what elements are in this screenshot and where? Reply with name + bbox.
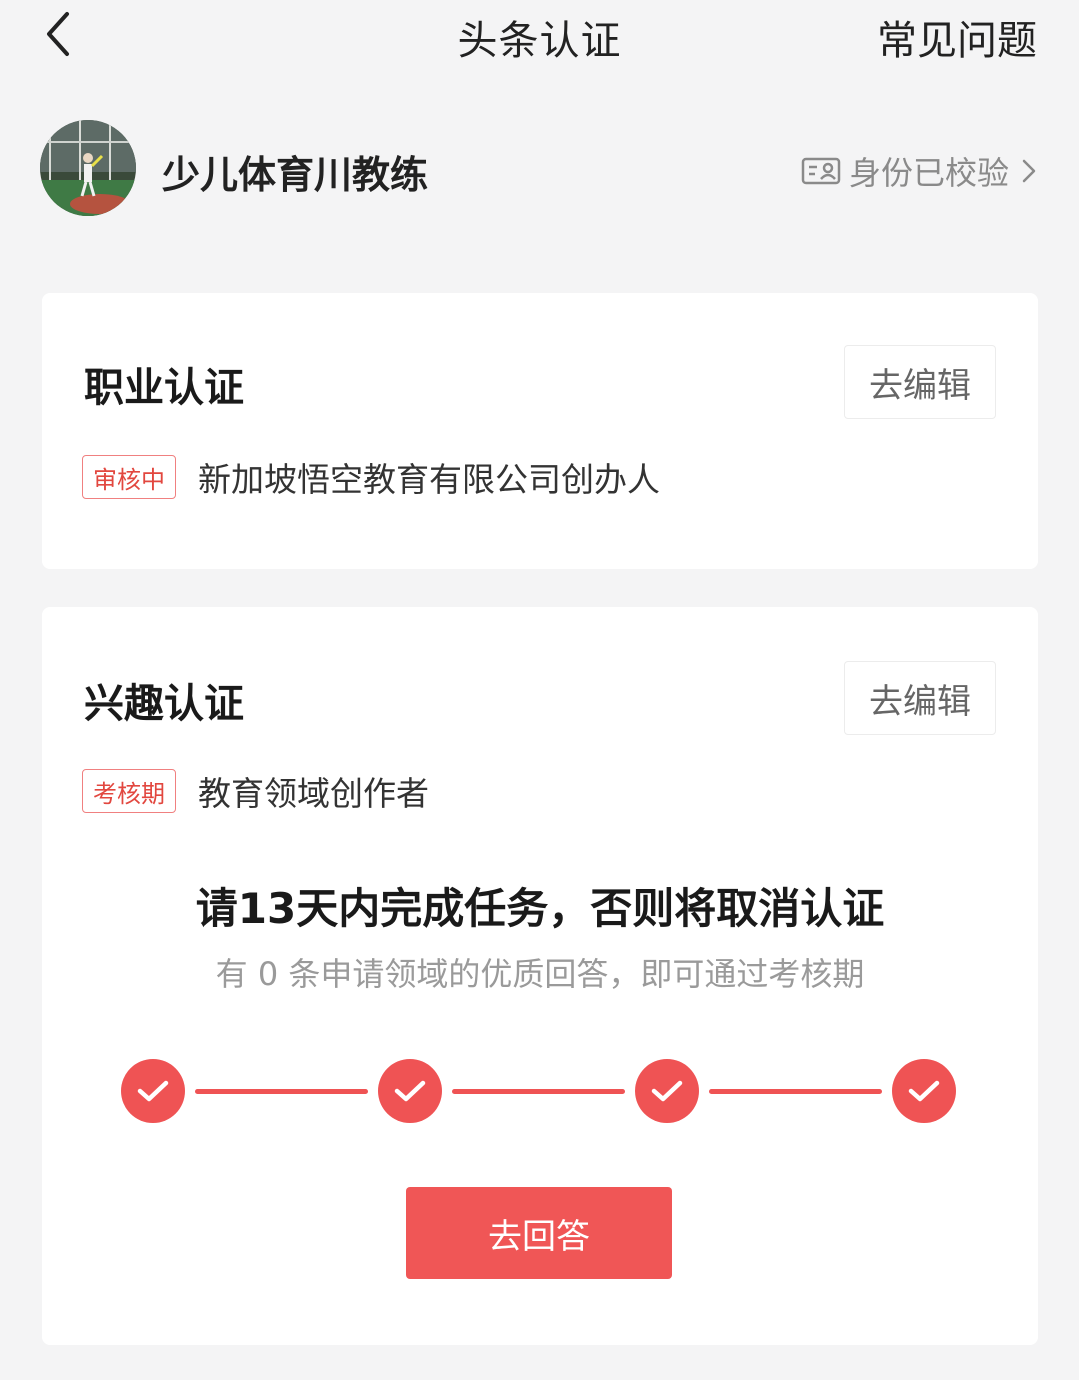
check-icon bbox=[651, 1080, 683, 1102]
profile-row: 少儿体育川教练 身份已校验 bbox=[0, 110, 1079, 228]
id-card-icon bbox=[801, 157, 841, 185]
nav-bar: 头条认证 常见问题 bbox=[0, 0, 1079, 70]
avatar[interactable] bbox=[40, 120, 136, 216]
step-connector bbox=[195, 1089, 368, 1094]
step-complete bbox=[121, 1059, 185, 1123]
status-badge: 审核中 bbox=[82, 455, 176, 499]
step-connector bbox=[709, 1089, 882, 1094]
task-title: 请13天内完成任务，否则将取消认证 bbox=[195, 884, 885, 933]
certification-row: 考核期 教育领域创作者 bbox=[82, 767, 429, 815]
professional-certification-card: 职业认证 去编辑 审核中 新加坡悟空教育有限公司创办人 bbox=[42, 293, 1038, 569]
certification-row: 审核中 新加坡悟空教育有限公司创办人 bbox=[82, 453, 660, 501]
username: 少儿体育川教练 bbox=[162, 153, 429, 197]
step-complete bbox=[378, 1059, 442, 1123]
certification-page: 头条认证 常见问题 少儿体育川教练 身份已校验 职业认证 去编辑 审核中 新加坡… bbox=[0, 0, 1079, 1380]
card-title: 职业认证 bbox=[84, 365, 244, 411]
chevron-right-icon bbox=[1022, 159, 1036, 183]
task-description: 有 0 条申请领域的优质回答，即可通过考核期 bbox=[215, 955, 865, 993]
step-complete bbox=[635, 1059, 699, 1123]
progress-steps bbox=[42, 1059, 1038, 1125]
edit-button[interactable]: 去编辑 bbox=[844, 345, 996, 419]
card-title: 兴趣认证 bbox=[84, 681, 244, 727]
verified-label: 身份已校验 bbox=[848, 154, 1009, 192]
certification-description: 教育领域创作者 bbox=[198, 774, 429, 813]
interest-certification-card: 兴趣认证 去编辑 考核期 教育领域创作者 请13天内完成任务，否则将取消认证 有… bbox=[42, 607, 1038, 1345]
status-badge: 考核期 bbox=[82, 769, 176, 813]
step-complete bbox=[892, 1059, 956, 1123]
check-icon bbox=[394, 1080, 426, 1102]
check-icon bbox=[908, 1080, 940, 1102]
step-connector bbox=[452, 1089, 625, 1094]
certification-description: 新加坡悟空教育有限公司创办人 bbox=[198, 460, 660, 499]
check-icon bbox=[137, 1080, 169, 1102]
edit-button[interactable]: 去编辑 bbox=[844, 661, 996, 735]
answer-button[interactable]: 去回答 bbox=[406, 1187, 672, 1279]
identity-verified-link[interactable]: 身份已校验 bbox=[801, 148, 1039, 194]
faq-link[interactable]: 常见问题 bbox=[877, 8, 1037, 66]
